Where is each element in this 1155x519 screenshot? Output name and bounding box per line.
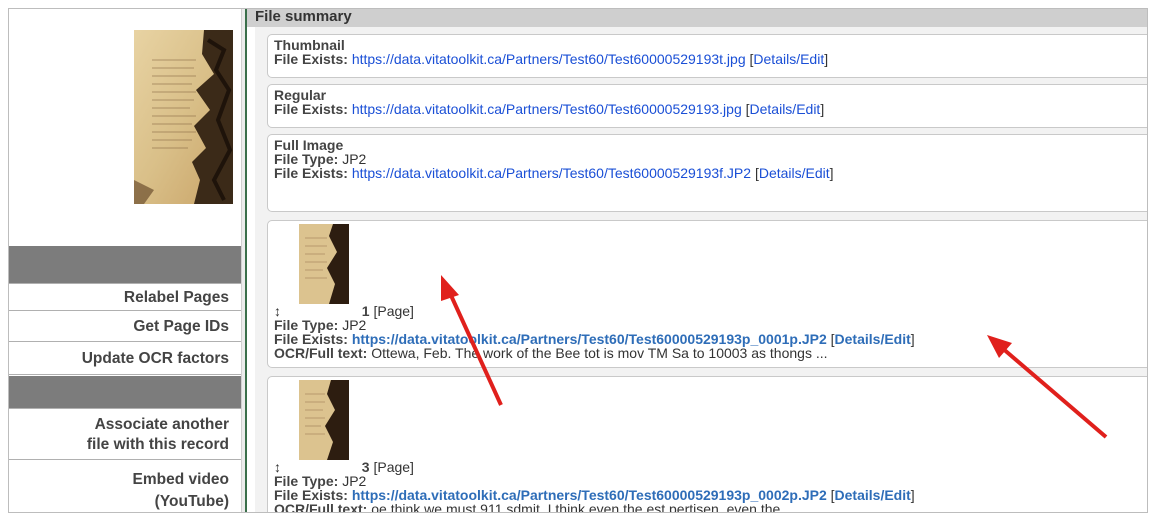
page-thumbnail[interactable] <box>299 380 349 460</box>
file-type-row: File Type: JP2 <box>274 474 1147 488</box>
ocr-row: OCR/Full text: Ottewa, Feb. The work of … <box>274 345 1147 361</box>
left-column: Relabel Pages Get Page IDs Update OCR fa… <box>9 9 241 512</box>
page-thumbnail[interactable] <box>299 224 349 304</box>
file-entry-title: Thumbnail <box>274 37 345 53</box>
file-entry-title: Regular <box>274 87 327 103</box>
details-edit-link[interactable]: Details/Edit <box>835 487 911 503</box>
details-edit-link[interactable]: Details/Edit <box>753 51 824 67</box>
file-exists-label: File Exists: <box>274 51 348 67</box>
page-tag: [Page] <box>373 459 414 475</box>
file-url-link[interactable]: https://data.vitatoolkit.ca/Partners/Tes… <box>352 165 751 181</box>
reorder-icon[interactable]: ↕ <box>274 460 292 474</box>
embed-video-label-2: (YouTube) <box>154 493 229 510</box>
file-summary-panel: Thumbnail File Exists: https://data.vita… <box>255 27 1147 512</box>
file-exists-row: File Exists: https://data.vitatoolkit.ca… <box>274 487 915 503</box>
embed-video-button[interactable]: Embed video (YouTube) <box>9 459 241 512</box>
file-exists-row: File Exists: https://data.vitatoolkit.ca… <box>274 101 825 117</box>
details-edit-link[interactable]: Details/Edit <box>835 331 911 347</box>
ocr-row: OCR/Full text: oe think we must 911 sdmi… <box>274 501 1147 513</box>
page-entry: ↕ 3 [Page] File Type: JP2 File Exists: h… <box>267 376 1147 513</box>
file-entry-title: Full Image <box>274 137 344 153</box>
file-url-link[interactable]: https://data.vitatoolkit.ca/Partners/Tes… <box>352 101 742 117</box>
ocr-label: OCR/Full text: <box>274 345 368 361</box>
embed-video-label-1: Embed video <box>132 471 229 488</box>
update-ocr-factors-button[interactable]: Update OCR factors <box>9 341 241 375</box>
page-entry: ↕ 1 [Page] File Type: JP2 File Exists: h… <box>267 220 1147 368</box>
reorder-icon[interactable]: ↕ <box>274 304 292 318</box>
page-label-row: ↕ 1 [Page] <box>274 303 1147 319</box>
relabel-pages-button[interactable]: Relabel Pages <box>9 283 241 310</box>
ocr-label: OCR/Full text: <box>274 501 368 513</box>
details-edit-link[interactable]: Details/Edit <box>759 165 830 181</box>
sidebar-divider-dark <box>9 246 241 283</box>
file-summary-header: File summary <box>247 9 1147 27</box>
file-exists-label: File Exists: <box>274 165 348 181</box>
file-entry-thumbnail: Thumbnail File Exists: https://data.vita… <box>267 34 1147 78</box>
page-tag: [Page] <box>373 303 414 319</box>
file-type-row: File Type: JP2 <box>274 152 1147 166</box>
record-thumbnail[interactable] <box>134 30 233 204</box>
ocr-text: oe think we must 911 sdmit, I think even… <box>371 501 796 513</box>
file-exists-label: File Exists: <box>274 101 348 117</box>
page-label-row: ↕ 3 [Page] <box>274 459 1147 475</box>
file-exists-row: File Exists: https://data.vitatoolkit.ca… <box>274 51 829 67</box>
ocr-text: Ottewa, Feb. The work of the Bee tot is … <box>371 345 828 361</box>
get-page-ids-button[interactable]: Get Page IDs <box>9 310 241 341</box>
details-edit-link[interactable]: Details/Edit <box>750 101 821 117</box>
column-splitter[interactable] <box>241 9 247 512</box>
file-exists-row: File Exists: https://data.vitatoolkit.ca… <box>274 165 834 181</box>
file-entry-full-image: Full Image File Type: JP2 File Exists: h… <box>267 134 1147 212</box>
file-type-row: File Type: JP2 <box>274 318 1147 332</box>
file-entry-regular: Regular File Exists: https://data.vitato… <box>267 84 1147 128</box>
app-frame: Relabel Pages Get Page IDs Update OCR fa… <box>8 8 1148 513</box>
file-exists-row: File Exists: https://data.vitatoolkit.ca… <box>274 331 915 347</box>
associate-file-label-2: file with this record <box>86 436 229 453</box>
file-url-link[interactable]: https://data.vitatoolkit.ca/Partners/Tes… <box>352 51 746 67</box>
associate-file-button[interactable]: Associate another file with this record <box>9 408 241 458</box>
sidebar-divider-dark <box>9 376 241 408</box>
associate-file-label-1: Associate another <box>94 416 229 433</box>
